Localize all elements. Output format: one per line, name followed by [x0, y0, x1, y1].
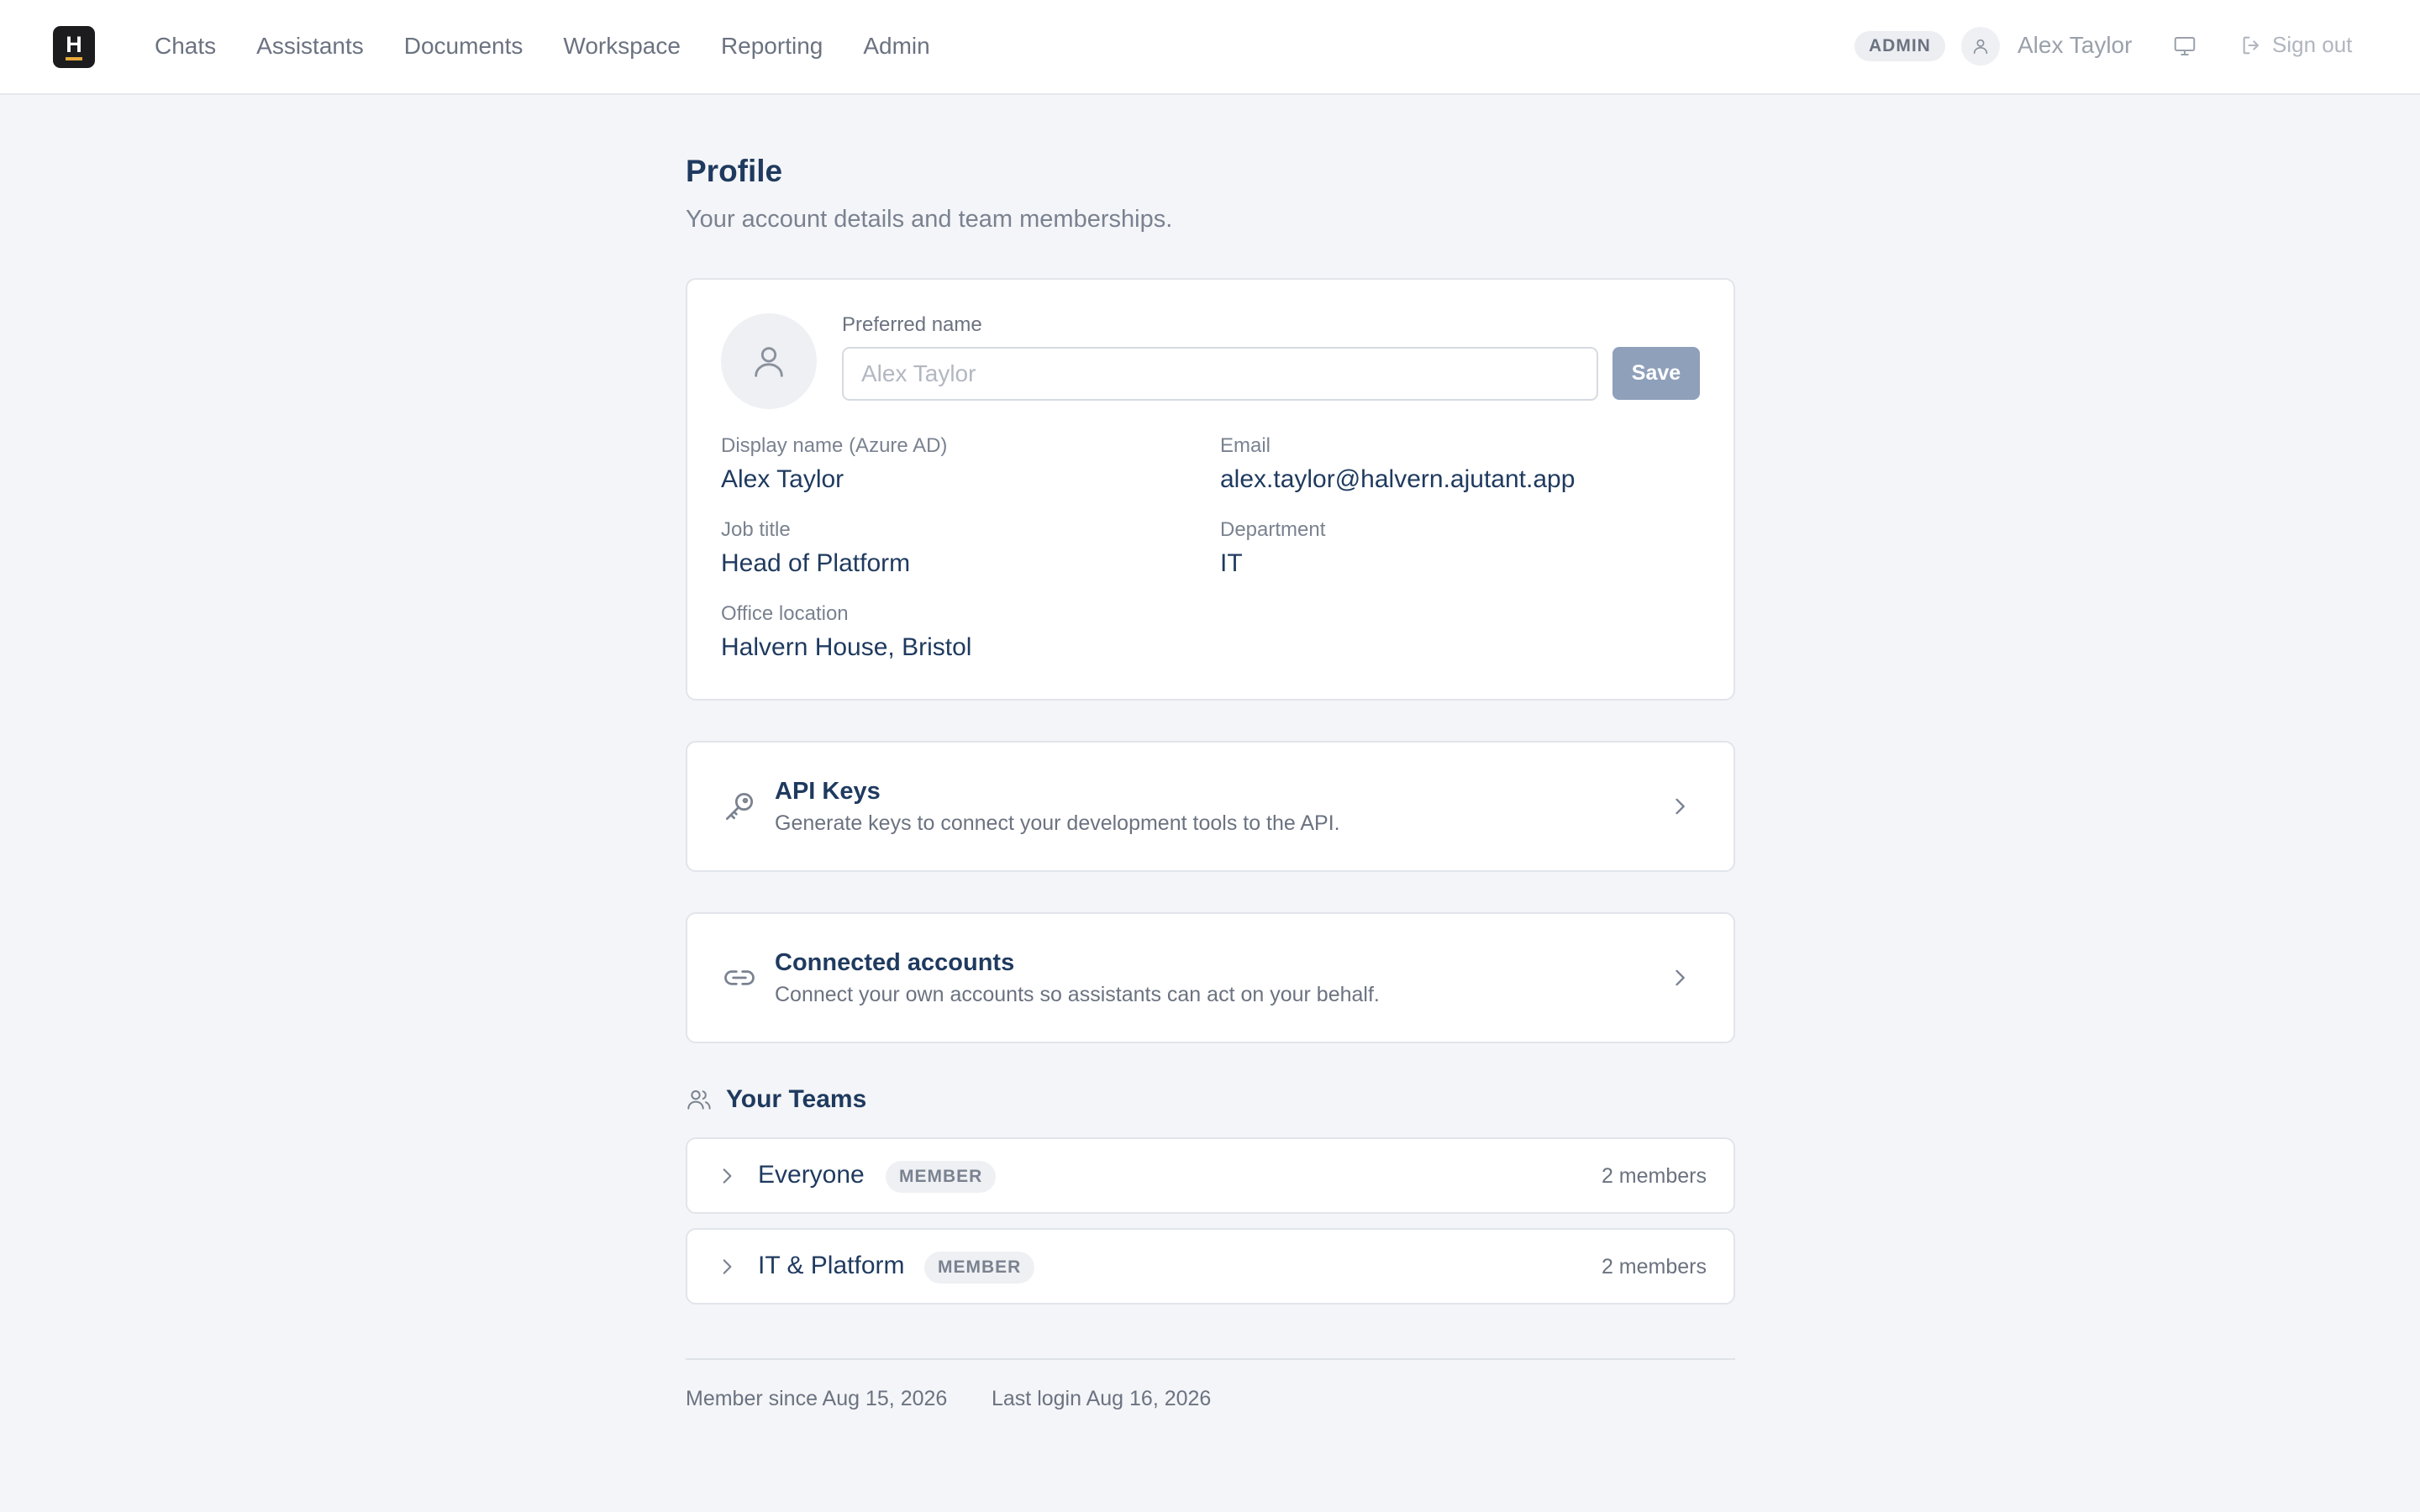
- app-logo[interactable]: H: [53, 26, 95, 68]
- footer-divider: [686, 1358, 1735, 1360]
- department-value: IT: [1220, 549, 1243, 577]
- team-row-it-platform[interactable]: IT & Platform MEMBER 2 members: [686, 1228, 1735, 1305]
- chevron-right-icon[interactable]: [716, 1165, 738, 1187]
- nav-item-workspace[interactable]: Workspace: [563, 33, 681, 60]
- team-row-everyone[interactable]: Everyone MEMBER 2 members: [686, 1137, 1735, 1214]
- role-badge: ADMIN: [1854, 31, 1945, 61]
- job-title-label: Job title: [721, 518, 791, 541]
- teams-heading: Your Teams: [686, 1085, 866, 1114]
- nav-item-admin[interactable]: Admin: [863, 33, 929, 60]
- connected-accounts-title: Connected accounts: [775, 949, 1015, 976]
- user-name[interactable]: Alex Taylor: [2018, 32, 2132, 59]
- profile-avatar: [721, 313, 817, 409]
- office-location-label: Office location: [721, 602, 849, 625]
- nav-item-reporting[interactable]: Reporting: [721, 33, 823, 60]
- last-login: Last login Aug 16, 2026: [992, 1387, 1212, 1410]
- connected-accounts-description: Connect your own accounts so assistants …: [775, 983, 1380, 1006]
- display-name-value: Alex Taylor: [721, 465, 844, 493]
- key-icon: [725, 792, 754, 821]
- department-label: Department: [1220, 518, 1326, 541]
- team-name: Everyone: [758, 1161, 865, 1189]
- preferred-name-input[interactable]: [842, 347, 1598, 401]
- email-value: alex.taylor@halvern.ajutant.app: [1220, 465, 1576, 493]
- user-icon: [755, 347, 783, 377]
- main-nav: Chats Assistants Documents Workspace Rep…: [155, 0, 971, 92]
- member-since: Member since Aug 15, 2026: [686, 1387, 948, 1410]
- team-role-badge: MEMBER: [924, 1252, 1035, 1284]
- office-location-value: Halvern House, Bristol: [721, 633, 972, 661]
- team-member-count: 2 members: [1601, 1164, 1707, 1188]
- user-icon: [1973, 39, 1988, 55]
- link-icon: [724, 970, 755, 985]
- teams-heading-label: Your Teams: [726, 1085, 867, 1113]
- sign-out-button[interactable]: Sign out: [2240, 32, 2352, 58]
- display-name-label: Display name (Azure AD): [721, 434, 948, 457]
- email-label: Email: [1220, 434, 1271, 457]
- chevron-right-icon[interactable]: [716, 1256, 738, 1278]
- team-name: IT & Platform: [758, 1252, 905, 1279]
- preferred-name-label: Preferred name: [842, 313, 982, 336]
- team-member-count: 2 members: [1601, 1255, 1707, 1278]
- top-bar: H Chats Assistants Documents Workspace R…: [0, 0, 2420, 95]
- job-title-value: Head of Platform: [721, 549, 911, 577]
- sign-out-icon: [2243, 36, 2260, 54]
- nav-item-documents[interactable]: Documents: [404, 33, 523, 60]
- users-icon: [687, 1090, 711, 1110]
- chevron-right-icon: [1676, 798, 1685, 815]
- user-avatar[interactable]: [1961, 27, 2000, 66]
- api-keys-card[interactable]: API Keys Generate keys to connect your d…: [686, 741, 1735, 872]
- nav-item-assistants[interactable]: Assistants: [256, 33, 364, 60]
- logo-letter: H: [66, 34, 82, 60]
- team-role-badge: MEMBER: [886, 1161, 997, 1193]
- connected-accounts-card[interactable]: Connected accounts Connect your own acco…: [686, 912, 1735, 1043]
- nav-item-chats[interactable]: Chats: [155, 33, 216, 60]
- api-keys-description: Generate keys to connect your developmen…: [775, 811, 1340, 835]
- page-title: Profile: [686, 154, 783, 188]
- api-keys-title: API Keys: [775, 778, 881, 805]
- profile-card: Preferred name Save Display name (Azure …: [686, 278, 1735, 701]
- display-icon[interactable]: [2172, 34, 2197, 59]
- page-subtitle: Your account details and team membership…: [686, 206, 1173, 233]
- sign-out-label: Sign out: [2272, 32, 2353, 57]
- save-button[interactable]: Save: [1612, 347, 1700, 400]
- chevron-right-icon: [1676, 969, 1685, 986]
